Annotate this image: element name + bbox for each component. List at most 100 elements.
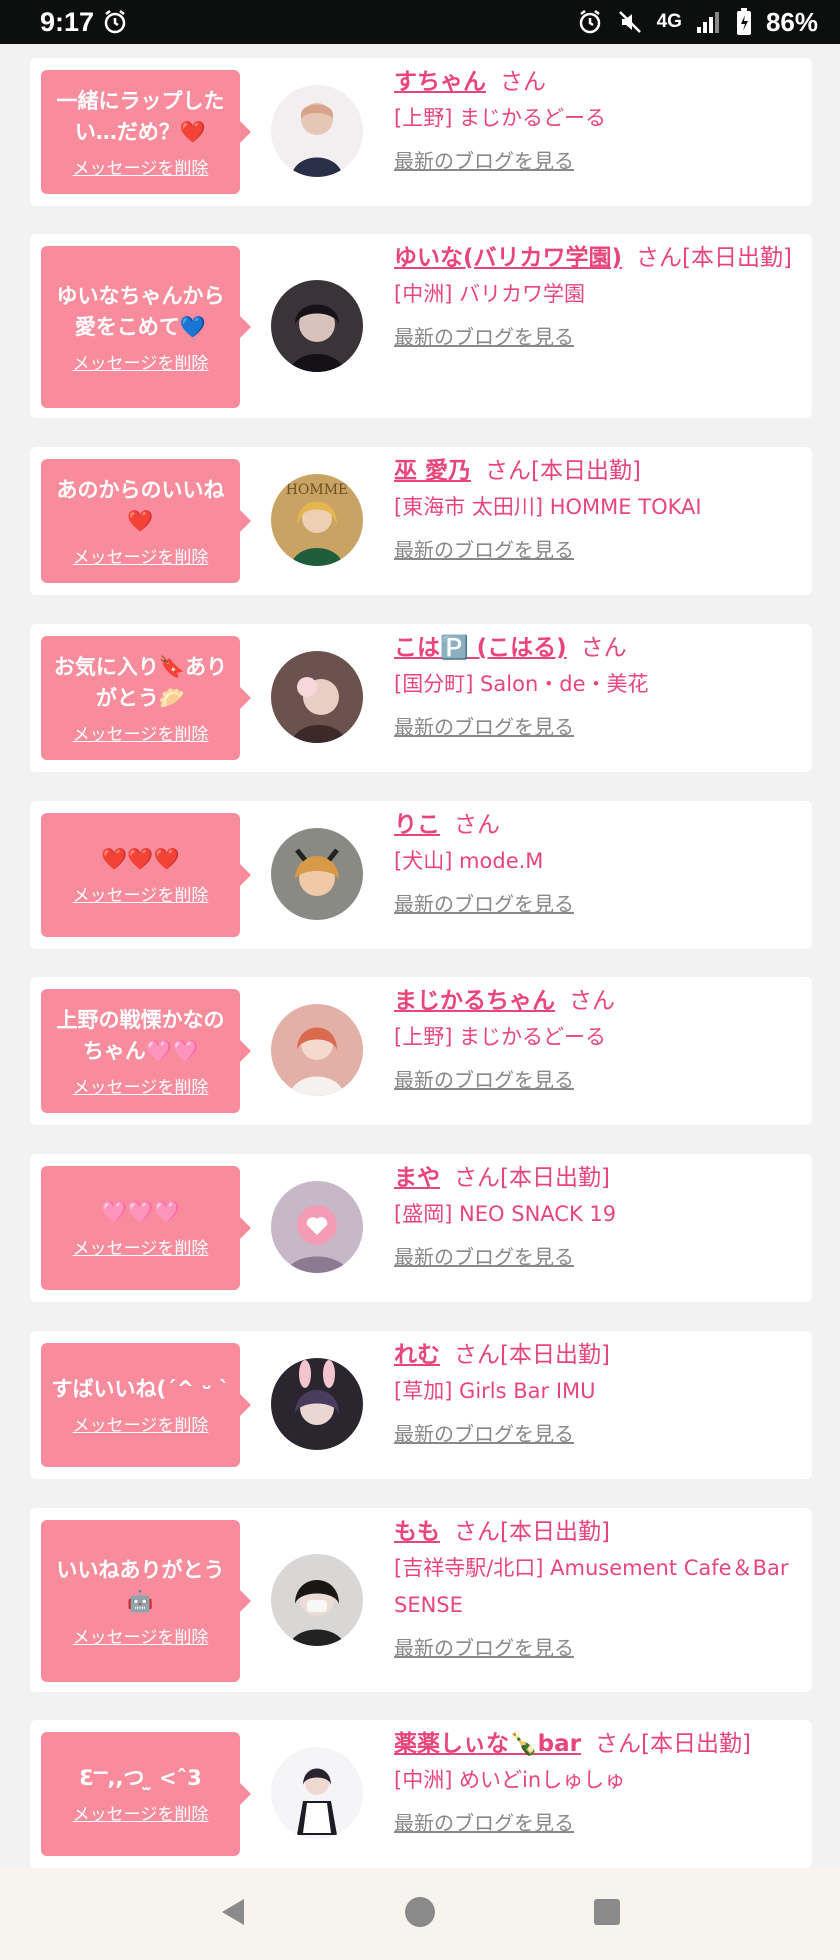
delete-message-link[interactable]: メッセージを削除 xyxy=(73,349,209,374)
alarm-icon xyxy=(102,9,128,35)
shop-name: [盛岡] NEO SNACK 19 xyxy=(394,1202,617,1226)
user-info: もも さん[本日出勤] [吉祥寺駅/北口] Amusement Cafe＆Bar … xyxy=(394,1514,806,1666)
list-item: いいねありがとう🤖 メッセージを削除 もも さん[本日出勤] [吉祥寺駅/北口] … xyxy=(30,1508,812,1692)
user-info: れむ さん[本日出勤] [草加] Girls Bar IMU 最新のブログを見る xyxy=(394,1337,806,1452)
list-item: ❤️❤️❤️ メッセージを削除 りこ さん [犬山] mode.M 最新のブログを… xyxy=(30,801,812,949)
user-name-link[interactable]: こは🅿️ (こはる) xyxy=(394,635,567,661)
shop-name: [東海市 太田川] HOMME TOKAI xyxy=(394,495,702,519)
user-info: 巫 愛乃 さん[本日出勤] [東海市 太田川] HOMME TOKAI 最新のブロ… xyxy=(394,453,806,568)
user-name-link[interactable]: 巫 愛乃 xyxy=(394,458,471,484)
user-info: こは🅿️ (こはる) さん [国分町] Salon・de・美花 最新のブログを見る xyxy=(394,630,806,745)
recents-icon[interactable] xyxy=(590,1895,624,1933)
shop-name: [犬山] mode.M xyxy=(394,849,544,873)
latest-blog-link[interactable]: 最新のブログを見る xyxy=(394,886,574,922)
latest-blog-link[interactable]: 最新のブログを見る xyxy=(394,1239,574,1275)
signal-icon xyxy=(696,10,722,34)
latest-blog-link[interactable]: 最新のブログを見る xyxy=(394,1805,574,1841)
shop-name: [上野] まじかるどーる xyxy=(394,106,607,130)
user-name-link[interactable]: すちゃん xyxy=(394,69,486,95)
message-bubble: ゆいなちゃんから愛をこめて💙 メッセージを削除 xyxy=(41,246,251,408)
latest-blog-link[interactable]: 最新のブログを見る xyxy=(394,143,574,179)
shop-name: [中洲] めいどinしゅしゅ xyxy=(394,1768,626,1792)
user-name-link[interactable]: まや xyxy=(394,1165,440,1191)
mute-icon xyxy=(617,9,643,35)
message-text: 上野の戦慄かなのちゃん🩷🩷 xyxy=(56,1007,225,1063)
message-text: 🩷🩷🩷 xyxy=(101,1200,180,1224)
delete-message-link[interactable]: メッセージを削除 xyxy=(73,881,209,906)
message-text: お気に入り🔖ありがとう🥟 xyxy=(53,654,228,710)
avatar[interactable] xyxy=(271,1181,363,1273)
message-bubble: 🩷🩷🩷 メッセージを削除 xyxy=(41,1166,251,1290)
latest-blog-link[interactable]: 最新のブログを見る xyxy=(394,1416,574,1452)
navigation-bar xyxy=(0,1868,840,1960)
message-text: ❤️❤️❤️ xyxy=(101,847,180,871)
user-info: まや さん[本日出勤] [盛岡] NEO SNACK 19 最新のブログを見る xyxy=(394,1160,806,1275)
user-name-link[interactable]: りこ xyxy=(394,812,440,838)
honorific: さん[本日出勤] xyxy=(594,1731,751,1757)
honorific: さん[本日出勤] xyxy=(454,1342,610,1368)
avatar[interactable]: HOMME xyxy=(271,474,363,566)
honorific: さん[本日出勤] xyxy=(454,1519,610,1545)
delete-message-link[interactable]: メッセージを削除 xyxy=(73,1411,209,1436)
message-text: すばいいね(ˊ^ ᵕ ˋ xyxy=(51,1377,230,1401)
honorific: さん[本日出勤] xyxy=(485,458,641,484)
home-icon[interactable] xyxy=(403,1895,437,1933)
user-name-link[interactable]: もも xyxy=(394,1519,440,1545)
user-name-link[interactable]: まじかるちゃん xyxy=(394,988,555,1014)
avatar[interactable] xyxy=(271,85,363,177)
message-bubble: 上野の戦慄かなのちゃん🩷🩷 メッセージを削除 xyxy=(41,989,251,1113)
user-info: 薬薬しぃな🍾bar さん[本日出勤] [中洲] めいどinしゅしゅ 最新のブログを… xyxy=(394,1726,806,1841)
list-item: 🩷🩷🩷 メッセージを削除 まや さん[本日出勤] [盛岡] NEO SNACK 1… xyxy=(30,1154,812,1302)
avatar[interactable] xyxy=(271,1004,363,1096)
user-name-link[interactable]: 薬薬しぃな🍾bar xyxy=(394,1731,581,1757)
honorific: さん[本日出勤] xyxy=(454,1165,610,1191)
message-text: あのからのいいね❤️ xyxy=(56,477,225,533)
avatar[interactable] xyxy=(271,651,363,743)
honorific: さん xyxy=(580,635,627,661)
message-bubble: お気に入り🔖ありがとう🥟 メッセージを削除 xyxy=(41,636,251,760)
avatar[interactable] xyxy=(271,280,363,372)
back-icon[interactable] xyxy=(216,1895,250,1933)
user-name-link[interactable]: れむ xyxy=(394,1342,440,1368)
latest-blog-link[interactable]: 最新のブログを見る xyxy=(394,532,574,568)
honorific: さん xyxy=(500,69,546,95)
latest-blog-link[interactable]: 最新のブログを見る xyxy=(394,319,574,355)
latest-blog-link[interactable]: 最新のブログを見る xyxy=(394,709,574,745)
shop-name: [吉祥寺駅/北口] Amusement Cafe＆Bar SENSE xyxy=(394,1556,789,1617)
svg-text:HOMME: HOMME xyxy=(286,482,349,498)
network-type: 4G xyxy=(656,11,682,32)
message-bubble: すばいいね(ˊ^ ᵕ ˋ メッセージを削除 xyxy=(41,1343,251,1467)
delete-message-link[interactable]: メッセージを削除 xyxy=(73,543,209,568)
delete-message-link[interactable]: メッセージを削除 xyxy=(73,1623,209,1648)
avatar[interactable] xyxy=(271,828,363,920)
latest-blog-link[interactable]: 最新のブログを見る xyxy=(394,1062,574,1098)
list-item: ƐⲺ,,つ ̫ <ˆ3 メッセージを削除 薬薬しぃな🍾bar さん[本日出勤] [… xyxy=(30,1720,812,1868)
list-item: 上野の戦慄かなのちゃん🩷🩷 メッセージを削除 まじかるちゃん さん [上野] まじ… xyxy=(30,977,812,1125)
message-text: いいねありがとう🤖 xyxy=(56,1557,225,1613)
avatar[interactable] xyxy=(271,1747,363,1839)
honorific: さん xyxy=(569,988,615,1014)
honorific: さん xyxy=(454,812,500,838)
user-info: りこ さん [犬山] mode.M 最新のブログを見る xyxy=(394,807,806,922)
avatar[interactable] xyxy=(271,1358,363,1450)
list-item: あのからのいいね❤️ メッセージを削除 HOMME 巫 愛乃 さん[本日出勤] [… xyxy=(30,447,812,595)
delete-message-link[interactable]: メッセージを削除 xyxy=(73,154,209,179)
message-bubble: ❤️❤️❤️ メッセージを削除 xyxy=(41,813,251,937)
delete-message-link[interactable]: メッセージを削除 xyxy=(73,1073,209,1098)
user-name-link[interactable]: ゆいな(バリカワ学園) xyxy=(394,245,622,271)
shop-name: [上野] まじかるどーる xyxy=(394,1025,607,1049)
shop-name: [草加] Girls Bar IMU xyxy=(394,1379,596,1403)
delete-message-link[interactable]: メッセージを削除 xyxy=(73,720,209,745)
status-bar: 9:17 4G 86% xyxy=(0,0,840,44)
delete-message-link[interactable]: メッセージを削除 xyxy=(73,1234,209,1259)
honorific: さん[本日出勤] xyxy=(636,245,792,271)
user-info: まじかるちゃん さん [上野] まじかるどーる 最新のブログを見る xyxy=(394,983,806,1098)
latest-blog-link[interactable]: 最新のブログを見る xyxy=(394,1630,574,1666)
list-item: すばいいね(ˊ^ ᵕ ˋ メッセージを削除 れむ さん[本日出勤] [草加] Gi… xyxy=(30,1331,812,1479)
message-bubble: いいねありがとう🤖 メッセージを削除 xyxy=(41,1520,251,1682)
battery-icon xyxy=(736,8,752,36)
list-item: 一緒にラップしたい…だめ？❤️ メッセージを削除 すちゃん さん [上野] まじか… xyxy=(30,58,812,206)
alarm-icon xyxy=(577,9,603,35)
delete-message-link[interactable]: メッセージを削除 xyxy=(73,1800,209,1825)
avatar[interactable] xyxy=(271,1554,363,1646)
